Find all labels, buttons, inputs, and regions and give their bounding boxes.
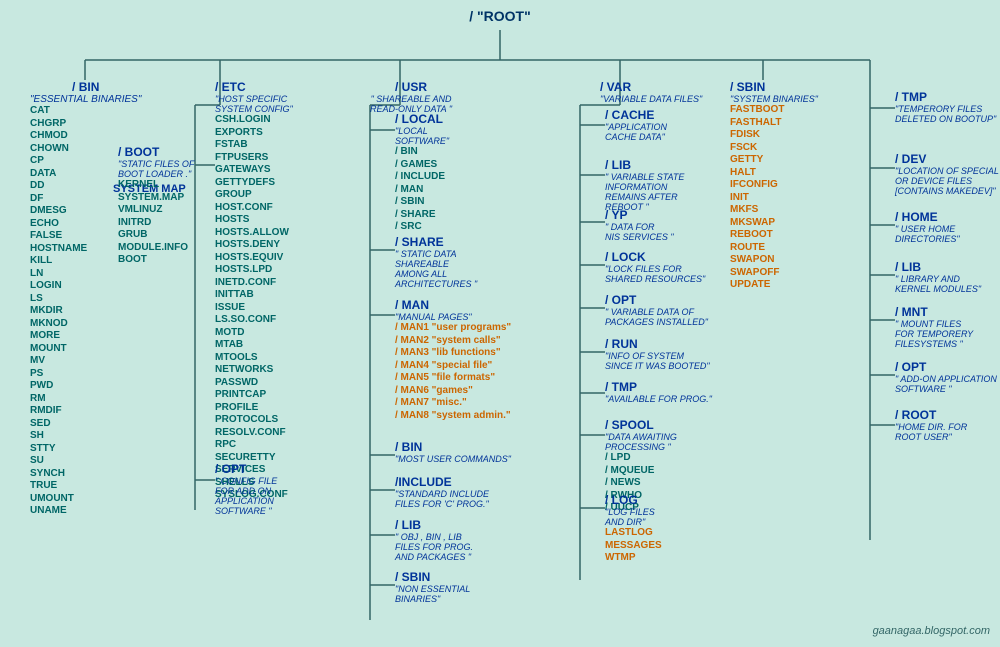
var-yp-desc: " DATA FORNIS SERVICES " [605, 222, 674, 242]
opt-right-desc: " ADD-ON APPLICATIONSOFTWARE " [895, 374, 997, 394]
tmp-right-node: / TMP "TEMPERORY FILESDELETED ON BOOTUP" [895, 90, 996, 124]
var-tmp-node: / TMP "AVAILABLE FOR PROG." [605, 380, 712, 404]
bin-desc: "ESSENTIAL BINARIES" [30, 94, 141, 105]
var-lib-desc: " VARIABLE STATEINFORMATIONREMAINS AFTER… [605, 172, 684, 212]
var-opt-node: / OPT " VARIABLE DATA OFPACKAGES INSTALL… [605, 293, 708, 327]
page: / "ROOT" SYSTEM MAP [0, 0, 1000, 647]
usr-lib-node: / LIB " OBJ , BIN , LIBFILES FOR PROG.AN… [395, 518, 473, 562]
var-desc: "VARIABLE DATA FILES" [600, 94, 702, 104]
usr-local-title: / LOCAL [395, 112, 449, 126]
var-opt-title: / OPT [605, 293, 708, 307]
usr-sbin-title: / SBIN [395, 570, 470, 584]
usr-lib-title: / LIB [395, 518, 473, 532]
home-right-desc: " USER HOMEDIRECTORIES" [895, 224, 960, 244]
sbin-list: FASTBOOTFASTHALTFDISKFSCK GETTYHALTIFCON… [730, 104, 818, 292]
var-node: / VAR "VARIABLE DATA FILES" [600, 80, 702, 104]
etc-opt-desc: " CONFIG FILEFOR ADD ONAPPLICATIONSOFTWA… [215, 476, 277, 516]
var-opt-desc: " VARIABLE DATA OFPACKAGES INSTALLED" [605, 307, 708, 327]
var-lib-title: / LIB [605, 158, 684, 172]
var-lock-desc: "LOCK FILES FORSHARED RESOURCES" [605, 264, 705, 284]
usr-man-desc: "MANUAL PAGES" [395, 312, 511, 322]
root-right-title: / ROOT [895, 408, 967, 422]
usr-man-node: / MAN "MANUAL PAGES" / MAN1 "user progra… [395, 298, 511, 422]
usr-bin-node: / BIN "MOST USER COMMANDS" [395, 440, 511, 464]
var-cache-node: / CACHE "APPLICATIONCACHE DATA" [605, 108, 667, 142]
var-tmp-desc: "AVAILABLE FOR PROG." [605, 394, 712, 404]
mnt-right-desc: " MOUNT FILESFOR TEMPORERYFILESYSTEMS " [895, 319, 973, 349]
var-yp-node: / YP " DATA FORNIS SERVICES " [605, 208, 674, 242]
usr-local-desc: "LOCALSOFTWARE" [395, 126, 449, 146]
etc-title: / ETC [215, 80, 293, 94]
var-run-desc: "INFO OF SYSTEMSINCE IT WAS BOOTED" [605, 351, 710, 371]
usr-lib-desc: " OBJ , BIN , LIBFILES FOR PROG.AND PACK… [395, 532, 473, 562]
mnt-right-title: / MNT [895, 305, 973, 319]
usr-local-node: / LOCAL "LOCALSOFTWARE" / BIN/ GAMES/ IN… [395, 112, 449, 234]
var-title: / VAR [600, 80, 702, 94]
etc-list: CSH.LOGINEXPORTSFSTABFTPUSERS GATEWAYSGE… [215, 114, 293, 502]
var-run-title: / RUN [605, 337, 710, 351]
usr-man-list: / MAN1 "user programs" / MAN2 "system ca… [395, 322, 511, 422]
boot-node: / BOOT "STATIC FILES OFBOOT LOADER ." KE… [118, 145, 194, 267]
usr-node: / USR " SHAREABLE ANDREAD-ONLY DATA " [370, 80, 452, 114]
var-spool-title: / SPOOL [605, 418, 677, 432]
var-yp-title: / YP [605, 208, 674, 222]
usr-title: / USR [370, 80, 452, 94]
sbin-title: / SBIN [730, 80, 818, 94]
var-log-title: / LOG [605, 493, 662, 507]
mnt-right-node: / MNT " MOUNT FILESFOR TEMPORERYFILESYST… [895, 305, 973, 349]
usr-desc: " SHAREABLE ANDREAD-ONLY DATA " [370, 94, 452, 114]
usr-sbin-node: / SBIN "NON ESSENTIALBINARIES" [395, 570, 470, 604]
usr-bin-desc: "MOST USER COMMANDS" [395, 454, 511, 464]
opt-right-node: / OPT " ADD-ON APPLICATIONSOFTWARE " [895, 360, 997, 394]
usr-share-node: / SHARE " STATIC DATASHAREABLEAMONG ALLA… [395, 235, 477, 289]
sbin-node: / SBIN "SYSTEM BINARIES" FASTBOOTFASTHAL… [730, 80, 818, 292]
etc-opt-title: / OPT [215, 462, 277, 476]
root-right-node: / ROOT "HOME DIR. FORROOT USER" [895, 408, 967, 442]
etc-opt-node: / OPT " CONFIG FILEFOR ADD ONAPPLICATION… [215, 462, 277, 516]
lib-right-title: / LIB [895, 260, 981, 274]
tmp-right-title: / TMP [895, 90, 996, 104]
usr-share-title: / SHARE [395, 235, 477, 249]
opt-right-title: / OPT [895, 360, 997, 374]
usr-include-node: /INCLUDE "STANDARD INCLUDEFILES FOR 'C' … [395, 475, 489, 509]
var-lock-title: / LOCK [605, 250, 705, 264]
home-right-node: / HOME " USER HOMEDIRECTORIES" [895, 210, 960, 244]
usr-man-title: / MAN [395, 298, 511, 312]
var-run-node: / RUN "INFO OF SYSTEMSINCE IT WAS BOOTED… [605, 337, 710, 371]
etc-desc: "HOST SPECIFICSYSTEM CONFIG" [215, 94, 293, 114]
var-log-list: LASTLOGMESSAGESWTMP [605, 527, 662, 565]
usr-local-list: / BIN/ GAMES/ INCLUDE/ MAN / SBIN/ SHARE… [395, 146, 449, 234]
lib-right-desc: " LIBRARY ANDKERNEL MODULES" [895, 274, 981, 294]
usr-bin-title: / BIN [395, 440, 511, 454]
boot-desc: "STATIC FILES OFBOOT LOADER ." [118, 159, 194, 179]
bin-title: / BIN [30, 80, 141, 94]
var-spool-desc: "DATA AWAITINGPROCESSING " [605, 432, 677, 452]
var-log-node: / LOG "LOG FILESAND DIR" LASTLOGMESSAGES… [605, 493, 662, 565]
boot-list: KERNELSYSTEM.MAPVMLINUZINITRD GRUBMODULE… [118, 179, 194, 267]
usr-sbin-desc: "NON ESSENTIALBINARIES" [395, 584, 470, 604]
usr-include-desc: "STANDARD INCLUDEFILES FOR 'C' PROG." [395, 489, 489, 509]
tmp-right-desc: "TEMPERORY FILESDELETED ON BOOTUP" [895, 104, 996, 124]
home-right-title: / HOME [895, 210, 960, 224]
var-lib-node: / LIB " VARIABLE STATEINFORMATIONREMAINS… [605, 158, 684, 212]
usr-include-title: /INCLUDE [395, 475, 489, 489]
watermark: gaanagaa.blogspot.com [873, 625, 990, 637]
var-lock-node: / LOCK "LOCK FILES FORSHARED RESOURCES" [605, 250, 705, 284]
dev-right-node: / DEV "LOCATION OF SPECIALOR DEVICE FILE… [895, 152, 999, 196]
var-log-desc: "LOG FILESAND DIR" [605, 507, 662, 527]
var-tmp-title: / TMP [605, 380, 712, 394]
sbin-desc: "SYSTEM BINARIES" [730, 94, 818, 104]
root-right-desc: "HOME DIR. FORROOT USER" [895, 422, 967, 442]
lib-right-node: / LIB " LIBRARY ANDKERNEL MODULES" [895, 260, 981, 294]
var-cache-desc: "APPLICATIONCACHE DATA" [605, 122, 667, 142]
usr-share-desc: " STATIC DATASHAREABLEAMONG ALLARCHITECT… [395, 249, 477, 289]
boot-title: / BOOT [118, 145, 194, 159]
dev-right-desc: "LOCATION OF SPECIALOR DEVICE FILES[CONT… [895, 166, 999, 196]
root-label: / "ROOT" [0, 8, 1000, 24]
etc-node: / ETC "HOST SPECIFICSYSTEM CONFIG" CSH.L… [215, 80, 293, 502]
dev-right-title: / DEV [895, 152, 999, 166]
var-cache-title: / CACHE [605, 108, 667, 122]
